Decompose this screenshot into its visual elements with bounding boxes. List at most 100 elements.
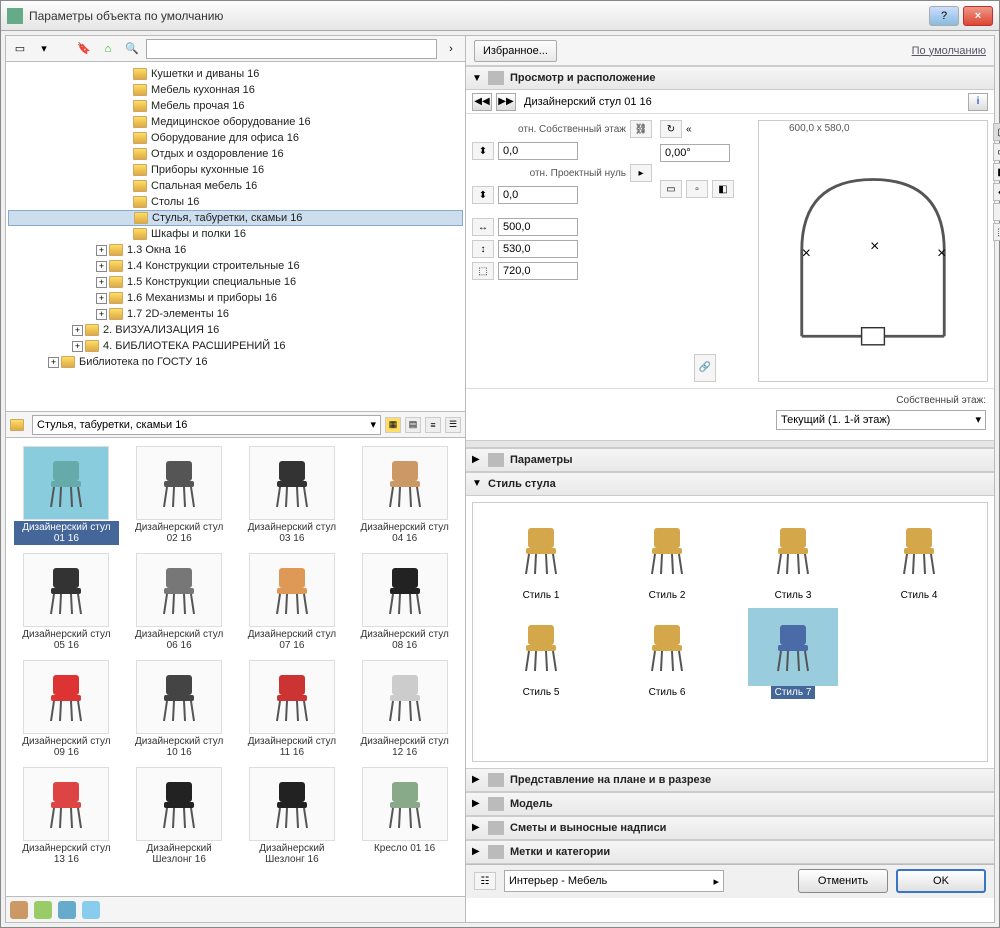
view-medium-icon[interactable]: ▤ bbox=[405, 417, 421, 433]
favorites-button[interactable]: Избранное... bbox=[474, 40, 557, 62]
tree-item[interactable]: Приборы кухонные 16 bbox=[8, 162, 463, 178]
thumbnail-item[interactable]: Дизайнерский стул 10 16 bbox=[125, 658, 234, 761]
lib-icon-3[interactable] bbox=[58, 901, 76, 919]
tree-item[interactable]: Столы 16 bbox=[8, 194, 463, 210]
home-icon[interactable]: ⌂ bbox=[98, 39, 118, 59]
tree-item[interactable]: Стулья, табуретки, скамьи 16 bbox=[8, 210, 463, 226]
style-grid[interactable]: Стиль 1Стиль 2Стиль 3Стиль 4Стиль 5Стиль… bbox=[472, 502, 988, 762]
view-plan-icon[interactable]: ▢ bbox=[993, 123, 1000, 141]
mirror-d-icon[interactable]: ◧ bbox=[712, 180, 734, 198]
view-list-icon[interactable]: ☰ bbox=[445, 417, 461, 433]
bookmark-icon[interactable]: 🔖 bbox=[74, 39, 94, 59]
chain2-icon[interactable]: ▸ bbox=[630, 164, 652, 182]
tree-toggle-icon[interactable]: + bbox=[96, 277, 107, 288]
thumbnail-item[interactable]: Дизайнерский стул 08 16 bbox=[350, 551, 459, 654]
tree-toggle-icon[interactable]: + bbox=[72, 325, 83, 336]
tree-toggle-icon[interactable]: + bbox=[96, 309, 107, 320]
thumbnail-item[interactable]: Дизайнерский Шезлонг 16 bbox=[125, 765, 234, 868]
tree-toggle-icon[interactable]: + bbox=[96, 245, 107, 256]
panel-style-header[interactable]: ▼ Стиль стула bbox=[466, 472, 994, 496]
mirror-v-icon[interactable]: ▫ bbox=[686, 180, 708, 198]
view-large-icon[interactable]: ▦ bbox=[385, 417, 401, 433]
rotate-icon[interactable]: ↻ bbox=[660, 120, 682, 138]
thumbnail-item[interactable]: Дизайнерский стул 05 16 bbox=[12, 551, 121, 654]
close-button[interactable]: × bbox=[963, 6, 993, 26]
view-front-icon[interactable]: ▭ bbox=[993, 143, 1000, 161]
tree-item[interactable]: +1.5 Конструкции специальные 16 bbox=[8, 274, 463, 290]
tree-item[interactable]: Спальная мебель 16 bbox=[8, 178, 463, 194]
chain-icon[interactable]: ⛓ bbox=[630, 120, 652, 138]
thumbnail-item[interactable]: Дизайнерский стул 03 16 bbox=[238, 444, 347, 547]
panel-model-header[interactable]: ▶ Модель bbox=[466, 792, 994, 816]
thumbnail-item[interactable]: Дизайнерский стул 07 16 bbox=[238, 551, 347, 654]
thumbnail-item[interactable]: Кресло 01 16 bbox=[350, 765, 459, 868]
thumbnail-item[interactable]: Дизайнерский стул 01 16 bbox=[12, 444, 121, 547]
tree-item[interactable]: Кушетки и диваны 16 bbox=[8, 66, 463, 82]
link-dim-icon[interactable]: 🔗 bbox=[694, 354, 716, 382]
tree-toggle-icon[interactable]: + bbox=[72, 341, 83, 352]
tree-item[interactable]: +4. БИБЛИОТЕКА РАСШИРЕНИЙ 16 bbox=[8, 338, 463, 354]
lib-icon-1[interactable] bbox=[10, 901, 28, 919]
style-item[interactable]: Стиль 3 bbox=[733, 511, 853, 602]
cancel-button[interactable]: Отменить bbox=[798, 869, 888, 893]
lib-icon-2[interactable] bbox=[34, 901, 52, 919]
thumbnail-item[interactable]: Дизайнерский стул 02 16 bbox=[125, 444, 234, 547]
panel-listing-header[interactable]: ▶ Сметы и выносные надписи bbox=[466, 816, 994, 840]
ok-button[interactable]: OK bbox=[896, 869, 986, 893]
style-item[interactable]: Стиль 7 bbox=[733, 608, 853, 699]
style-item[interactable]: Стиль 6 bbox=[607, 608, 727, 699]
preview-viewport[interactable]: 600,0 x 580,0 × × × ▢ ▭ ◧ ◆ ▯ bbox=[758, 120, 988, 382]
view-side-icon[interactable]: ▯ bbox=[993, 203, 1000, 221]
thumbnail-grid[interactable]: Дизайнерский стул 01 16Дизайнерский стул… bbox=[6, 438, 465, 896]
tree-toggle-icon[interactable]: + bbox=[48, 357, 59, 368]
search-icon[interactable]: 🔍 bbox=[122, 39, 142, 59]
view-library-icon[interactable]: ▭ bbox=[10, 39, 30, 59]
category-select[interactable]: Интерьер - Мебель▸ bbox=[504, 870, 724, 892]
thumbnail-item[interactable]: Дизайнерский стул 06 16 bbox=[125, 551, 234, 654]
view-small-icon[interactable]: ≡ bbox=[425, 417, 441, 433]
tree-item[interactable]: Оборудование для офиса 16 bbox=[8, 130, 463, 146]
folder-select[interactable]: Стулья, табуретки, скамьи 16 ▾ bbox=[32, 415, 381, 435]
tree-item[interactable]: Мебель кухонная 16 bbox=[8, 82, 463, 98]
nav-next-button[interactable]: ▶▶ bbox=[496, 93, 516, 111]
thumbnail-item[interactable]: Дизайнерский стул 11 16 bbox=[238, 658, 347, 761]
thumbnail-item[interactable]: Дизайнерский стул 04 16 bbox=[350, 444, 459, 547]
thumbnail-item[interactable]: Дизайнерский Шезлонг 16 bbox=[238, 765, 347, 868]
offset-bottom-input[interactable] bbox=[498, 186, 578, 204]
panel-preview-header[interactable]: ▼ Просмотр и расположение bbox=[466, 66, 994, 90]
angle-input[interactable] bbox=[660, 144, 730, 162]
tree-item[interactable]: Мебель прочая 16 bbox=[8, 98, 463, 114]
tree-item[interactable]: +2. ВИЗУАЛИЗАЦИЯ 16 bbox=[8, 322, 463, 338]
help-button[interactable]: ? bbox=[929, 6, 959, 26]
style-item[interactable]: Стиль 2 bbox=[607, 511, 727, 602]
tree-item[interactable]: +1.4 Конструкции строительные 16 bbox=[8, 258, 463, 274]
offset-top-input[interactable] bbox=[498, 142, 578, 160]
style-item[interactable]: Стиль 1 bbox=[481, 511, 601, 602]
library-tree[interactable]: Кушетки и диваны 16Мебель кухонная 16Меб… bbox=[6, 62, 465, 412]
lib-icon-4[interactable] bbox=[82, 901, 100, 919]
tree-toggle-icon[interactable]: + bbox=[96, 293, 107, 304]
chevron-down-icon[interactable]: ▾ bbox=[34, 39, 54, 59]
style-item[interactable]: Стиль 5 bbox=[481, 608, 601, 699]
thumbnail-item[interactable]: Дизайнерский стул 13 16 bbox=[12, 765, 121, 868]
panel-parameters-header[interactable]: ▶ Параметры bbox=[466, 448, 994, 472]
panel-plansection-header[interactable]: ▶ Представление на плане и в разрезе bbox=[466, 768, 994, 792]
info-button[interactable]: i bbox=[968, 93, 988, 111]
tree-item[interactable]: +1.7 2D-элементы 16 bbox=[8, 306, 463, 322]
tree-item[interactable]: Шкафы и полки 16 bbox=[8, 226, 463, 242]
tree-item[interactable]: +Библиотека по ГОСТУ 16 bbox=[8, 354, 463, 370]
dim-z-input[interactable] bbox=[498, 262, 578, 280]
tree-item[interactable]: +1.6 Механизмы и приборы 16 bbox=[8, 290, 463, 306]
nav-prev-button[interactable]: ◀◀ bbox=[472, 93, 492, 111]
tree-item[interactable]: Отдых и оздоровление 16 bbox=[8, 146, 463, 162]
chevron-right-icon[interactable]: › bbox=[441, 39, 461, 59]
panel-tags-header[interactable]: ▶ Метки и категории bbox=[466, 840, 994, 864]
mirror-h-icon[interactable]: ▭ bbox=[660, 180, 682, 198]
view-3d-icon[interactable]: ◧ bbox=[993, 163, 1000, 181]
default-link[interactable]: По умолчанию bbox=[912, 45, 986, 57]
tree-toggle-icon[interactable]: + bbox=[96, 261, 107, 272]
view-axon-icon[interactable]: ⬚ bbox=[993, 223, 1000, 241]
view-iso-icon[interactable]: ◆ bbox=[993, 183, 1000, 201]
thumbnail-item[interactable]: Дизайнерский стул 09 16 bbox=[12, 658, 121, 761]
storey-select[interactable]: Текущий (1. 1-й этаж)▾ bbox=[776, 410, 986, 430]
